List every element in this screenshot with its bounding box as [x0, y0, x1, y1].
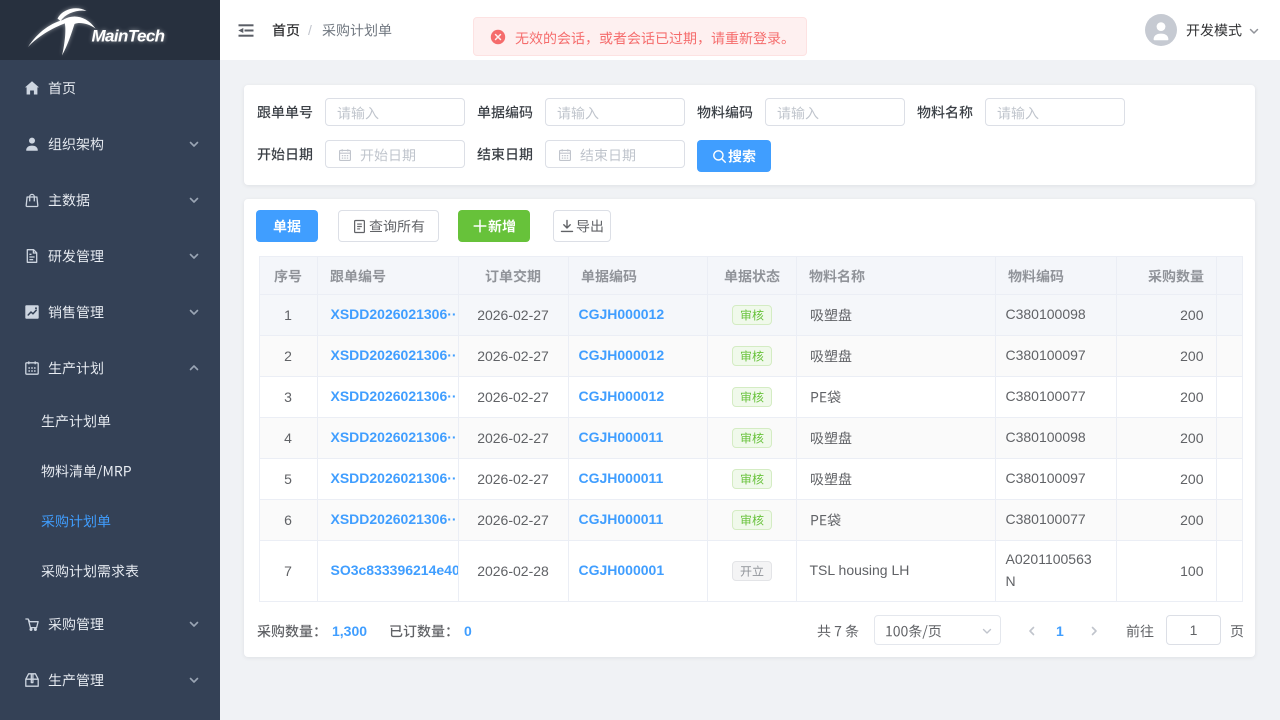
svg-text:MainTech: MainTech: [92, 27, 165, 46]
